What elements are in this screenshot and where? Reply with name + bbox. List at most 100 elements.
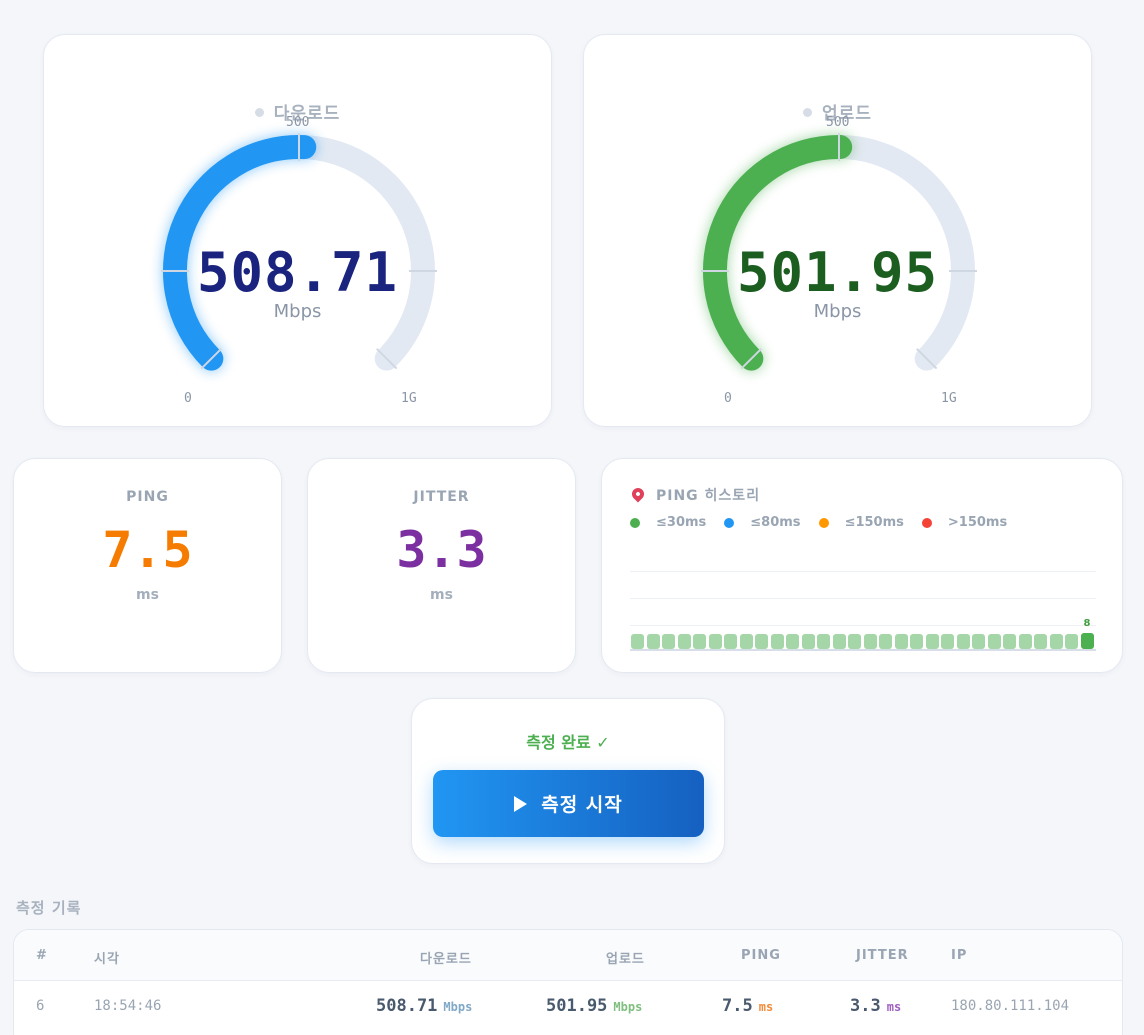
history-bar [708,634,722,649]
legend-item: ≤150ms [818,515,904,530]
jitter-unit: ms [430,587,453,603]
header-upload: 업로드 [606,952,645,967]
cell-upload: 501.95 Mbps [546,996,642,1016]
history-bar [925,634,939,649]
download-tick-min: 0 [184,391,192,406]
download-value: 508.71 [196,241,399,304]
history-bar [1080,633,1094,649]
legend-dot-icon [818,517,829,528]
upload-value: 501.95 [736,241,939,304]
legend-item: >150ms [921,515,1008,530]
history-bar [724,634,737,649]
cell-jitter-unit: ms [886,1000,902,1014]
history-bar [1034,634,1047,649]
history-bar [956,634,970,649]
jitter-label: JITTER [413,489,470,505]
legend-item: ≤80ms [724,515,801,530]
ping-history-title: PING 히스토리 [656,488,761,504]
legend-dot-icon [724,517,735,528]
history-bar [863,634,877,649]
history-bar [1049,634,1063,649]
history-bar [1018,634,1032,649]
history-bar [693,634,706,649]
legend-label: >150ms [947,515,1008,530]
history-bar [817,634,830,649]
upload-tick-mid: 500 [826,115,850,130]
play-icon [514,795,528,812]
download-gauge-card: 다운로드 0 500 1G 508.71 Mbps [43,34,552,427]
cell-download-value: 508.71 [376,996,438,1016]
download-tick-mid: 500 [286,115,310,130]
cell-ip: 180.80.111.104 [951,998,1070,1014]
cell-jitter-value: 3.3 [850,996,881,1016]
history-bar [1065,634,1078,649]
cell-ping-value: 7.5 [722,996,753,1016]
legend-dot-icon [921,517,932,528]
history-bar [1003,634,1016,649]
cell-jitter: 3.3 ms [850,996,901,1016]
history-bar [941,634,954,649]
history-bar [894,634,908,649]
ping-value: 7.5 [102,521,193,579]
history-bar [755,634,768,649]
cell-ping-unit: ms [758,1000,774,1014]
grid-line [630,598,1096,599]
header-download: 다운로드 [420,952,472,967]
history-bar [786,634,799,649]
history-bar [677,634,691,649]
records-title: 측정 기록 [16,899,82,917]
history-bar [987,634,1001,649]
status-text: 측정 완료 ✓ [526,733,610,752]
header-jitter: JITTER [856,948,909,963]
legend-item: ≤30ms [630,515,706,530]
control-card: 측정 완료 ✓ 측정 시작 [411,698,725,864]
history-bar [879,634,892,649]
header-time: 시각 [94,952,120,967]
start-test-button[interactable]: 측정 시작 [433,770,704,837]
legend-dot-icon [630,517,640,528]
upload-tick-max: 1G [941,391,957,406]
upload-tick-min: 0 [724,391,732,406]
history-bar-label: 8 [1083,618,1091,629]
header-index: # [36,948,48,963]
records-table: # 시각 다운로드 업로드 PING JITTER IP 6 18:54:46 … [13,929,1123,1035]
jitter-value: 3.3 [396,521,487,579]
upload-unit: Mbps [813,301,862,322]
download-unit: Mbps [273,301,322,322]
cell-upload-value: 501.95 [546,996,608,1016]
cell-download-unit: Mbps [443,1000,473,1014]
start-test-label: 측정 시작 [541,794,623,816]
ping-history-legend: ≤30ms ≤80ms ≤150ms >150ms [630,515,1025,530]
ping-history-card: PING 히스토리 ≤30ms ≤80ms ≤150ms >150ms 8 [601,458,1123,673]
history-bar [662,634,675,649]
cell-index: 6 [36,998,45,1014]
upload-gauge-card: 업로드 0 500 1G 501.95 Mbps [583,34,1092,427]
ping-card: PING 7.5 ms [13,458,282,673]
cell-upload-unit: Mbps [613,1000,643,1014]
cell-download: 508.71 Mbps [376,996,472,1016]
grid-line [630,571,1096,572]
legend-label: ≤30ms [656,515,707,530]
download-gauge-dial [161,133,437,372]
history-bar [631,634,644,649]
history-bar [910,634,923,649]
header-ping: PING [741,948,781,963]
legend-label: ≤150ms [844,515,904,530]
history-bar [739,634,753,649]
history-bar [848,634,861,649]
history-bar [832,634,846,649]
table-header: # 시각 다운로드 업로드 PING JITTER IP [14,930,1122,981]
cell-ping: 7.5 ms [722,996,773,1016]
history-bar [646,634,660,649]
jitter-card: JITTER 3.3 ms [307,458,576,673]
legend-label: ≤80ms [750,515,801,530]
history-bar [801,634,815,649]
ping-unit: ms [136,587,159,603]
ping-label: PING [126,489,169,505]
header-ip: IP [951,948,968,963]
pin-icon [629,485,647,503]
download-tick-max: 1G [401,391,417,406]
history-bar [972,634,985,649]
history-bar [770,634,784,649]
history-baseline [630,649,1096,651]
